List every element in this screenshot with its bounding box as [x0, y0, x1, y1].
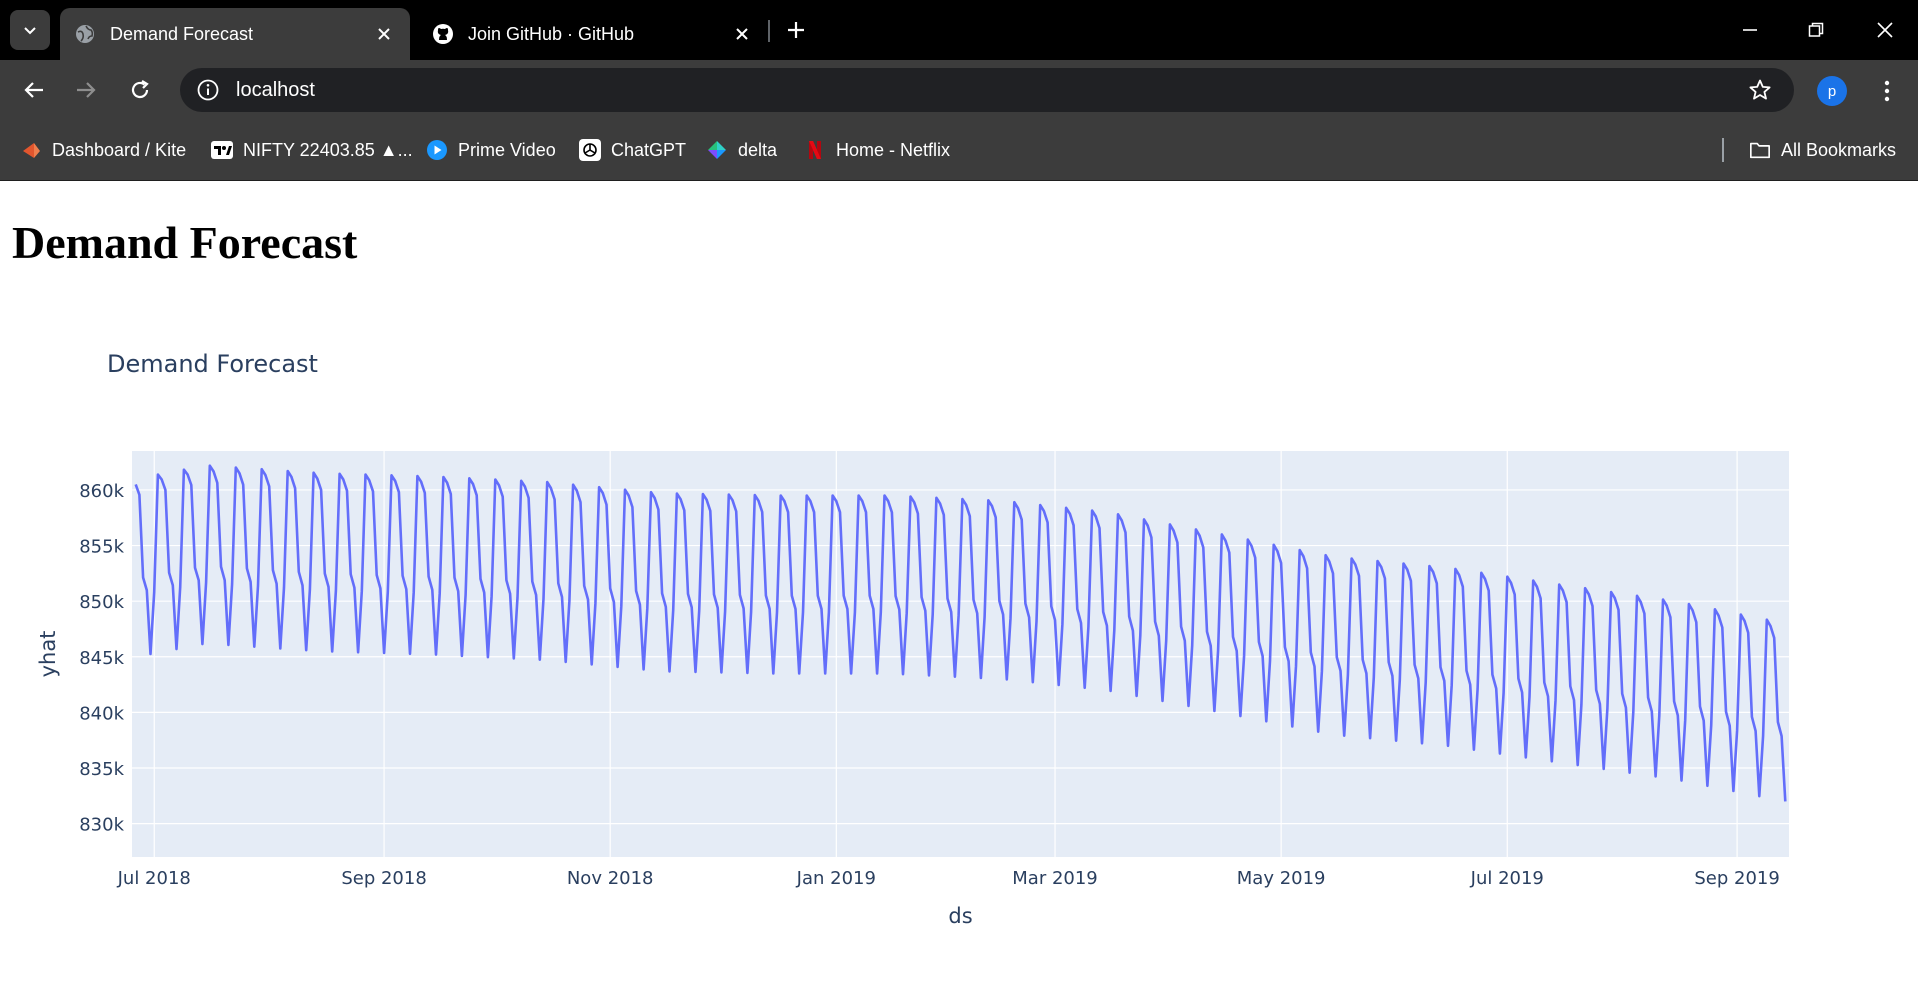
y-axis-title: yhat — [36, 631, 60, 678]
x-tick-labels: Jul 2018 Sep 2018 Nov 2018 Jan 2019 Mar 2019… — [117, 868, 1780, 889]
x-tick-label: Jul 2019 — [1470, 868, 1544, 889]
y-tick-label: 860k — [79, 481, 124, 502]
x-tick-label: Sep 2019 — [1694, 868, 1779, 889]
y-tick-label: 835k — [79, 759, 124, 780]
x-tick-label: Jan 2019 — [796, 868, 876, 889]
x-tick-label: Nov 2018 — [567, 868, 654, 889]
x-tick-label: May 2019 — [1237, 868, 1326, 889]
plot-area — [132, 451, 1789, 857]
demand-forecast-chart[interactable]: 830k 835k 840k 845k 850k 855k 860k Jul 2018 Sep… — [0, 0, 1918, 1003]
y-tick-label: 845k — [79, 648, 124, 669]
y-tick-label: 850k — [79, 592, 124, 613]
y-tick-label: 855k — [79, 537, 124, 558]
y-tick-label: 840k — [79, 703, 124, 724]
x-tick-label: Sep 2018 — [341, 868, 426, 889]
y-tick-label: 830k — [79, 815, 124, 836]
y-tick-labels: 830k 835k 840k 845k 850k 855k 860k — [79, 481, 124, 836]
x-tick-label: Jul 2018 — [117, 868, 191, 889]
x-tick-label: Mar 2019 — [1012, 868, 1098, 889]
x-axis-title: ds — [948, 904, 972, 928]
